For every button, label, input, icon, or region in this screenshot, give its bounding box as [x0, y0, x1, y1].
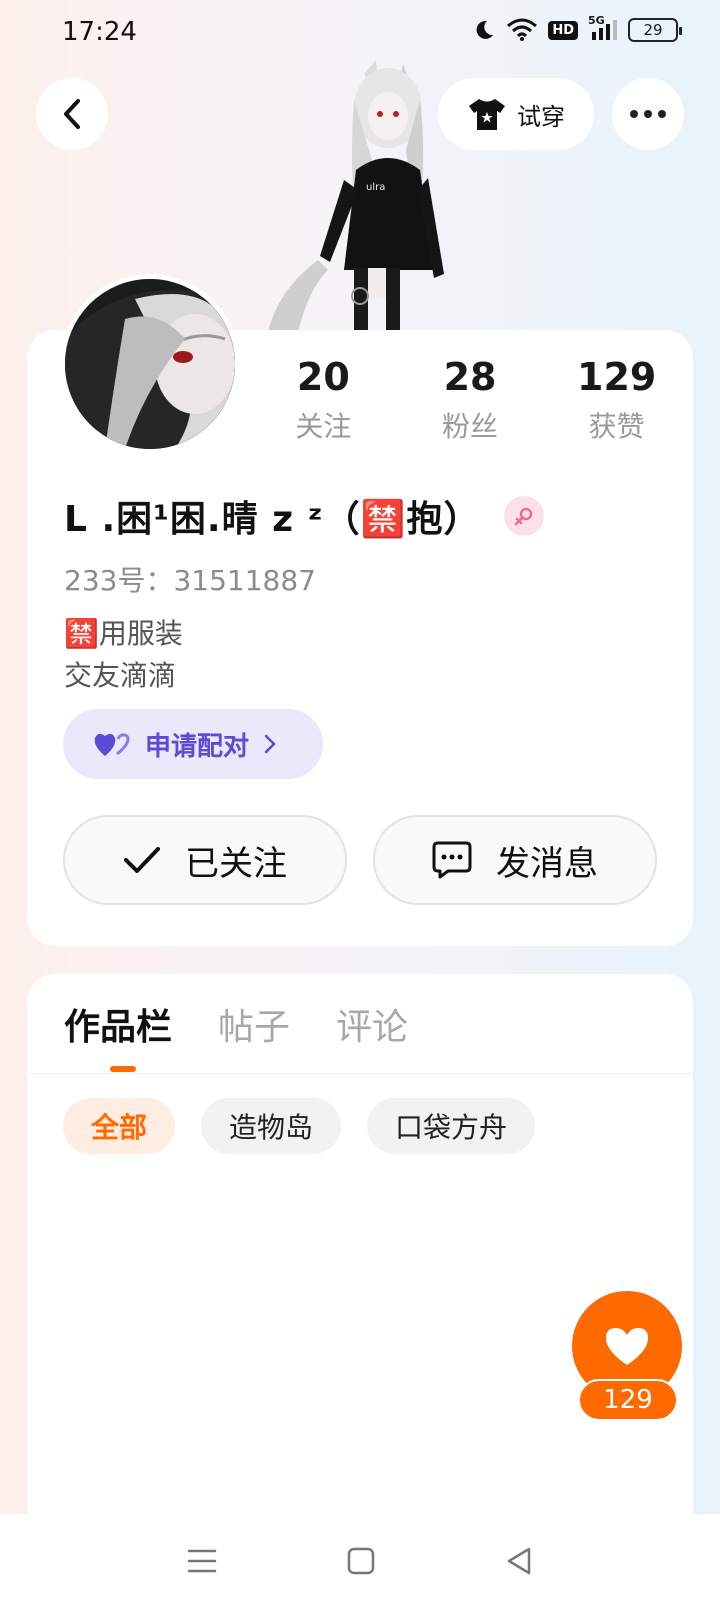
tabs-divider [27, 1073, 693, 1074]
moon-icon [472, 18, 496, 42]
stat-label: 粉丝 [442, 410, 499, 443]
tab-posts[interactable]: 帖子 [218, 998, 290, 1050]
works-card [27, 974, 693, 1514]
bio-line: 🈲用服装 [64, 617, 183, 650]
status-icons: HD 5G 29 [472, 14, 682, 42]
back-icon [64, 99, 80, 129]
avatar-image [65, 279, 235, 449]
back-button[interactable] [36, 78, 108, 150]
battery-level: 29 [643, 21, 663, 39]
filter-pocket-ark[interactable]: 口袋方舟 [367, 1098, 536, 1154]
battery-icon: 29 [628, 18, 682, 42]
user-id: 233号：31511887 [64, 564, 316, 597]
signal-icon: 5G [588, 14, 618, 42]
character-figure: ulra [268, 60, 444, 332]
send-message-button[interactable]: 发消息 [373, 815, 657, 905]
bio: 🈲用服装 交友滴滴 [64, 613, 183, 697]
like-count: 129 [578, 1379, 678, 1421]
chat-icon [432, 841, 472, 879]
profile-stats: 20 关注 28 粉丝 129 获赞 [250, 355, 690, 445]
avatar[interactable] [60, 274, 240, 454]
filter-all[interactable]: 全部 [63, 1098, 176, 1154]
hd-icon: HD [548, 20, 578, 40]
pair-request-button[interactable]: 申请配对 [63, 709, 323, 779]
tab-works[interactable]: 作品栏 [64, 998, 172, 1050]
filter-chips: 全部 造物岛 口袋方舟 [63, 1098, 536, 1154]
stat-value: 28 [443, 355, 497, 399]
menu-nav-button[interactable] [187, 1547, 217, 1579]
tshirt-icon [469, 99, 505, 130]
stat-value: 129 [577, 355, 657, 399]
female-icon [504, 496, 545, 536]
filter-creation-island[interactable]: 造物岛 [201, 1098, 342, 1154]
home-nav-button[interactable] [347, 1547, 375, 1579]
active-tab-indicator [110, 1066, 136, 1072]
network-type: 5G [588, 14, 605, 27]
system-nav-bar [0, 1514, 720, 1612]
hearts-icon [94, 733, 130, 756]
stat-value: 20 [296, 355, 350, 399]
heart-icon [606, 1328, 648, 1365]
username-row: L .困¹困.晴 z ᶻ（🈲抱） [64, 490, 545, 542]
followed-label: 已关注 [185, 843, 287, 884]
status-bar: 17:24 HD 5G 29 [0, 0, 720, 64]
svg-text:ulra: ulra [366, 182, 385, 193]
home-square-icon [347, 1547, 375, 1575]
bio-line: 交友滴滴 [64, 659, 177, 692]
more-button[interactable] [612, 78, 684, 150]
checkmark-icon [124, 847, 160, 873]
back-triangle-icon [507, 1547, 531, 1575]
menu-icon [187, 1549, 217, 1573]
stat-likes[interactable]: 129 获赞 [543, 355, 690, 445]
chevron-right-icon [264, 734, 276, 754]
status-time: 17:24 [62, 17, 137, 47]
try-on-label: 试穿 [517, 102, 565, 131]
stat-following[interactable]: 20 关注 [250, 355, 397, 445]
send-message-label: 发消息 [496, 843, 598, 884]
wifi-icon [506, 18, 538, 42]
stat-followers[interactable]: 28 粉丝 [397, 355, 544, 445]
username: L .困¹困.晴 z ᶻ（🈲抱） [64, 499, 481, 540]
pair-request-label: 申请配对 [145, 731, 250, 762]
content-tabs: 作品栏 帖子 评论 [64, 998, 408, 1050]
more-icon [630, 110, 666, 118]
stat-label: 关注 [295, 410, 352, 443]
stat-label: 获赞 [588, 410, 645, 443]
tab-comments[interactable]: 评论 [336, 998, 408, 1050]
back-nav-button[interactable] [505, 1546, 533, 1580]
followed-button[interactable]: 已关注 [63, 815, 347, 905]
